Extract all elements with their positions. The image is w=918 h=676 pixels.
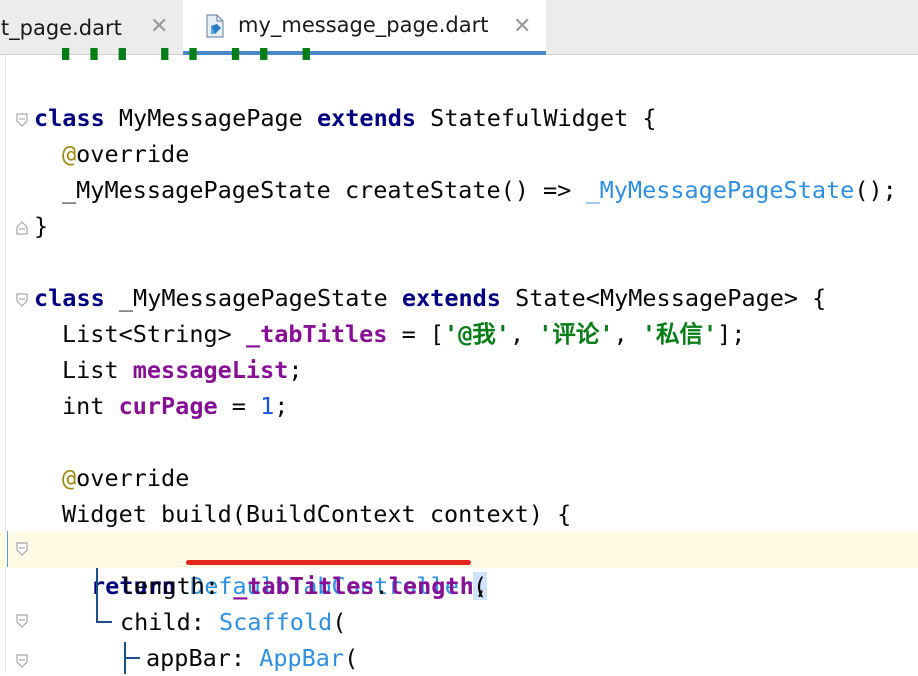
indent-guide — [124, 657, 140, 659]
code-line-override: @override — [62, 140, 190, 168]
code-line-override: @override — [62, 464, 190, 492]
code-line-class-mymessagepage: class MyMessagePage extends StatefulWidg… — [34, 104, 657, 132]
fold-open-icon[interactable] — [16, 614, 28, 628]
fold-open-icon[interactable] — [16, 113, 28, 127]
code-line-messagelist: List messageList; — [62, 356, 303, 384]
code-line-closing-brace: } — [34, 212, 49, 240]
code-line-curpage: int curPage = 1; — [62, 392, 289, 420]
clipped-line: ▘ ▘ ▘ ▘ ▘ ▘ ▘ ▘ — [34, 30, 317, 60]
fold-open-icon[interactable] — [16, 293, 28, 307]
code-line-createstate: _MyMessagePageState createState() => _My… — [62, 176, 897, 204]
fold-open-icon[interactable] — [16, 654, 28, 668]
caret-marker — [7, 531, 8, 567]
code-line-child: child: Scaffold( — [120, 608, 347, 636]
code-line-length: length: _tabTitles.length, — [120, 572, 488, 600]
code-line-class-state: class _MyMessagePageState extends State<… — [34, 284, 827, 312]
indent-guide — [96, 568, 98, 622]
indent-guide — [96, 621, 112, 623]
red-annotation-underline — [186, 560, 471, 565]
fold-close-icon[interactable] — [16, 221, 28, 235]
code-line-tabtitles: List<String> _tabTitles = ['@我', '评论', '… — [62, 320, 746, 348]
fold-open-icon[interactable] — [16, 542, 28, 556]
gutter-divider — [5, 55, 6, 674]
code-line-build: Widget build(BuildContext context) { — [62, 500, 572, 528]
code-line-appbar: appBar: AppBar( — [146, 644, 359, 672]
close-icon[interactable]: ✕ — [513, 14, 531, 39]
